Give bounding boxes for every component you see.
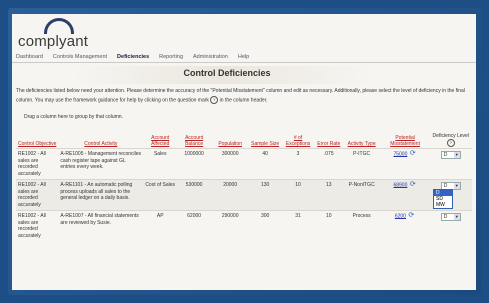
col-population[interactable]: Population (211, 124, 249, 149)
cell-activity: A-RE1005 - Management reconciles cash re… (58, 148, 144, 180)
select-value: D (443, 214, 448, 220)
misstatement-link[interactable]: 6200 (395, 213, 406, 219)
nav-dashboard[interactable]: Dashboard (16, 54, 43, 60)
cell-error-rate: 13 (314, 179, 343, 211)
cell-sample: 130 (249, 179, 282, 211)
cell-balance: 1000000 (177, 148, 212, 180)
logo-arc-icon (44, 18, 74, 34)
refresh-icon[interactable]: ⟳ (409, 150, 417, 157)
nav-help[interactable]: Help (238, 54, 249, 60)
cell-exceptions: 10 (281, 179, 315, 211)
cell-activity: A-RE1101 - An automatic polling process … (58, 179, 144, 211)
chevron-down-icon: ▼ (453, 152, 460, 158)
cell-population: 290000 (211, 210, 250, 241)
intro-text: The deficiencies listed below need your … (16, 88, 472, 104)
cell-account: Cost of Sales (143, 179, 178, 211)
col-activity-type[interactable]: Activity Type (343, 124, 381, 149)
deficiency-help-icon[interactable]: ? (446, 139, 455, 147)
cell-misstatement: 75000 ⟳ (380, 148, 430, 180)
cell-type: P-NonITGC (342, 179, 381, 211)
help-question-icon[interactable]: ? (210, 95, 219, 104)
nav-controls-management[interactable]: Controls Management (53, 54, 107, 60)
cell-sample: 300 (249, 210, 282, 241)
cell-error-rate: .075 (314, 148, 343, 180)
cell-objective: RE1002 - All sales are recorded accurate… (16, 210, 59, 241)
refresh-icon[interactable]: ⟳ (407, 212, 415, 219)
deficiency-level-select[interactable]: D ▼ (440, 213, 461, 221)
cell-sample: 40 (249, 148, 282, 180)
main-nav: Dashboard Controls Management Deficienci… (12, 52, 476, 62)
chevron-down-icon: ▼ (453, 183, 460, 189)
table-row: RE1002 - All sales are recorded accurate… (16, 148, 472, 180)
cell-exceptions: 31 (281, 210, 315, 241)
nav-administration[interactable]: Administration (193, 54, 228, 60)
table-row: RE1002 - All sales are recorded accurate… (16, 210, 472, 241)
cell-account: Sales (143, 148, 178, 180)
cell-objective: RE1002 - All sales are recorded accurate… (16, 179, 59, 211)
cell-population: 300000 (211, 148, 250, 180)
cell-type: P-ITGC (342, 148, 381, 180)
cell-activity: A-RE1007 - All financial statements are … (58, 210, 144, 241)
misstatement-link[interactable]: 68900 (393, 182, 407, 188)
misstatement-link[interactable]: 75000 (393, 151, 407, 157)
col-control-objective[interactable]: Control Objective (16, 124, 58, 149)
deficiency-level-dropdown[interactable]: D SD MW (433, 189, 453, 209)
chevron-down-icon: ▼ (453, 214, 460, 220)
col-account-balance[interactable]: Account Balance (177, 124, 211, 149)
deficiency-level-select[interactable]: D ▼ (440, 151, 461, 159)
col-error-rate[interactable]: Error Rate (315, 124, 343, 149)
nav-deficiencies[interactable]: Deficiencies (117, 54, 149, 60)
table-header-row: Control Objective Control Activity Accou… (16, 124, 472, 149)
dropdown-option[interactable]: MW (434, 202, 452, 208)
select-value: D (443, 152, 448, 158)
app-page: complyant Dashboard Controls Management … (12, 14, 476, 290)
cell-balance: 62000 (177, 210, 212, 241)
cell-exceptions: 3 (281, 148, 315, 180)
page-title: Control Deficiencies (183, 68, 271, 78)
cell-balance: 530000 (177, 179, 212, 211)
group-by-hint: Drag a column here to group by that colu… (24, 114, 123, 120)
cell-account: AP (143, 210, 178, 241)
cell-level: D ▼ (429, 148, 472, 180)
col-control-activity[interactable]: Control Activity (58, 124, 143, 149)
col-deficiency-level[interactable]: Deficiency Level ? (430, 124, 473, 149)
cell-objective: RE1002 - All sales are recorded accurate… (16, 148, 59, 180)
cell-misstatement: 6200 ⟳ (380, 210, 430, 241)
cell-level: D ▼ (429, 210, 472, 241)
intro-tail: in the column header. (219, 96, 268, 103)
nav-reporting[interactable]: Reporting (159, 54, 183, 60)
col-sample-size[interactable]: Sample Size (249, 124, 281, 149)
table-row: RE1002 - All sales are recorded accurate… (16, 179, 472, 211)
nav-divider (12, 62, 476, 63)
col-exceptions[interactable]: # of Exceptions (281, 124, 315, 149)
col-account-affected[interactable]: Account Affected (143, 124, 177, 149)
cell-misstatement: 68900 ⟳ (380, 179, 430, 211)
col-potential-misstatement[interactable]: Potential Misstatement (381, 124, 430, 149)
logo-text: complyant (18, 33, 89, 50)
cell-population: 20000 (211, 179, 250, 211)
cell-error-rate: 10 (314, 210, 343, 241)
refresh-icon[interactable]: ⟳ (409, 181, 417, 188)
deficiencies-table: Control Objective Control Activity Accou… (16, 124, 472, 241)
cell-type: Process (342, 210, 381, 241)
